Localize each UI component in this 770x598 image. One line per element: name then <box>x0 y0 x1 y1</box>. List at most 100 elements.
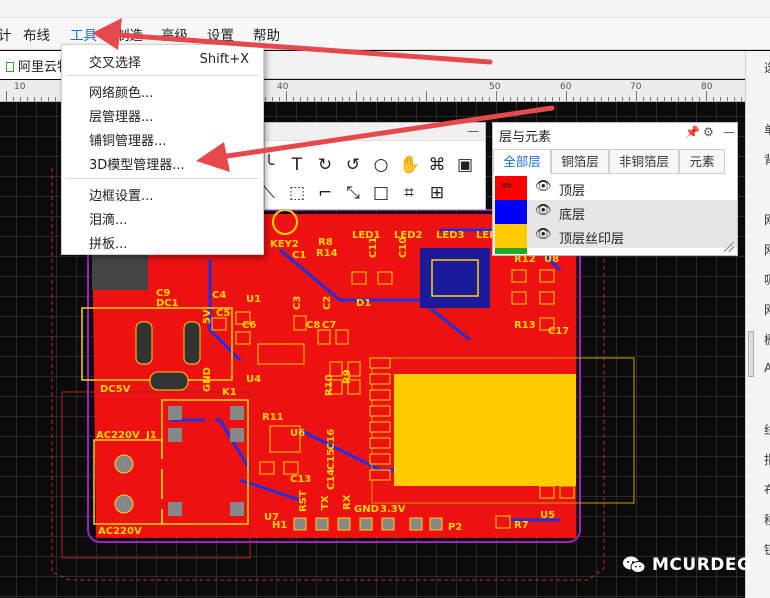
pan-hand-icon[interactable]: ✋ <box>399 155 420 175</box>
svg-text:D1: D1 <box>356 298 371 309</box>
ruler-tick <box>587 97 588 101</box>
svg-text:GND: GND <box>202 367 213 392</box>
image-tool-icon[interactable]: ▣ <box>455 155 475 175</box>
ruler-tick <box>356 91 357 101</box>
shortcut-label: Shift+X <box>199 52 249 67</box>
drawing-toolbar-header[interactable]: — <box>265 123 485 141</box>
layer-name: 顶层丝印层 <box>559 232 625 247</box>
svg-text:C13: C13 <box>290 474 311 485</box>
layer-color-swatch[interactable] <box>495 224 527 248</box>
layer-row-bottom[interactable]: 👁 底层 <box>493 200 737 224</box>
gear-icon[interactable]: ⚙ <box>703 125 714 139</box>
svg-text:C5: C5 <box>216 308 230 319</box>
tab-all-layers[interactable]: 全部层 <box>493 149 551 174</box>
ruler-tick <box>349 97 350 101</box>
menu-item-copper-pour-manager[interactable]: 铺铜管理器... <box>89 130 166 149</box>
arc-center-tool-icon[interactable]: ↺ <box>343 155 363 175</box>
ruler-tick <box>727 97 728 101</box>
polygon-tool-icon[interactable]: ⌘ <box>427 155 447 175</box>
circle-tool-icon[interactable]: ○ <box>371 155 391 175</box>
svg-text:AC220V: AC220V <box>98 526 142 537</box>
sidebar-label: 栅 <box>764 331 770 348</box>
eye-icon[interactable]: 👁 <box>535 203 552 218</box>
ruler-tick <box>405 97 406 101</box>
ruler-tick <box>594 97 595 101</box>
ruler-tick <box>496 91 497 101</box>
ruler-tick <box>370 97 371 101</box>
svg-text:3.3V: 3.3V <box>380 504 406 515</box>
menu-item-3d-model-manager[interactable]: 3D模型管理器... <box>89 154 185 173</box>
svg-text:RST: RST <box>298 490 309 512</box>
ruler-tick <box>335 97 336 101</box>
ruler-tick <box>468 97 469 101</box>
menu-item-border-settings[interactable]: 边框设置... <box>89 185 153 204</box>
ruler-tick <box>734 97 735 101</box>
sidebar-label: 指 <box>764 451 770 468</box>
arc-tool-icon[interactable]: ↻ <box>315 155 335 175</box>
table-tool-icon[interactable]: ⊞ <box>427 183 447 203</box>
ruler-tick <box>545 97 546 101</box>
svg-text:U1: U1 <box>246 294 261 305</box>
dashed-rect-tool-icon[interactable]: ⬚ <box>287 183 307 203</box>
svg-text:KEY2: KEY2 <box>270 239 299 250</box>
pcb-document-icon <box>6 62 14 72</box>
tab-non-copper-layers[interactable]: 非铜箔层 <box>609 149 679 174</box>
ruler-tick <box>650 97 651 101</box>
pin-icon[interactable]: 📌 <box>685 125 700 139</box>
ruler-label: 10 <box>14 82 26 92</box>
svg-text:C2: C2 <box>322 296 333 310</box>
layer-color-swatch[interactable] <box>495 200 527 224</box>
pencil-icon: ✏ <box>502 179 513 194</box>
ruler-tick <box>573 97 574 101</box>
menu-item-teardrop[interactable]: 泪滴... <box>89 209 127 228</box>
layer-row-top[interactable]: ✏ 👁 顶层 <box>493 176 737 200</box>
sidebar-label: A <box>764 361 770 375</box>
board-outline-tool-icon[interactable]: ⌐ <box>315 183 335 203</box>
menu-item-cross-select[interactable]: 交叉选择 <box>89 52 141 71</box>
svg-text:C10: C10 <box>398 237 409 258</box>
menu-tools[interactable]: 工具 <box>70 24 97 44</box>
sidebar-label: 布 <box>764 481 770 498</box>
ruler-tick <box>678 97 679 101</box>
eye-icon[interactable]: 👁 <box>535 179 552 194</box>
svg-text:R11: R11 <box>262 412 284 423</box>
menu-design[interactable]: 计 <box>0 24 12 44</box>
menu-item-net-color[interactable]: 网络颜色... <box>89 82 153 101</box>
sidebar-label: 网 <box>764 301 770 318</box>
ruler-tick <box>286 91 287 101</box>
svg-text:C8: C8 <box>306 320 320 331</box>
tab-elements[interactable]: 元素 <box>679 149 725 174</box>
ruler-tick <box>503 97 504 101</box>
menu-help[interactable]: 帮助 <box>253 24 280 44</box>
measure-tool-icon[interactable]: ⤡ <box>343 183 363 203</box>
menu-settings[interactable]: 设置 <box>207 24 234 44</box>
layer-color-swatch <box>495 248 527 254</box>
layer-row-top-silk[interactable]: 👁 顶层丝印层 <box>493 224 737 248</box>
rectangle-tool-icon[interactable]: □ <box>371 183 391 203</box>
menu-routing[interactable]: 布线 <box>23 24 50 44</box>
menu-item-panelize[interactable]: 拼板... <box>89 233 127 252</box>
minimize-icon[interactable]: — <box>723 125 735 139</box>
eye-icon[interactable]: 👁 <box>535 227 552 242</box>
ruler-tick <box>531 97 532 101</box>
ruler-tick <box>475 97 476 101</box>
menu-manufacture[interactable]: 制造 <box>116 24 143 44</box>
ruler-tick <box>629 97 630 101</box>
text-tool-icon[interactable]: T <box>287 155 307 175</box>
minimize-icon[interactable]: — <box>467 124 479 138</box>
select-region-tool-icon[interactable]: ⌗ <box>399 183 419 203</box>
ruler-tick <box>566 91 567 101</box>
document-tab[interactable]: 阿里云物 <box>0 51 64 79</box>
sidebar-label: 背 <box>764 151 770 168</box>
menu-advanced[interactable]: 高级 <box>161 24 188 44</box>
menu-item-layer-manager[interactable]: 层管理器... <box>89 106 153 125</box>
sidebar-label: 线 <box>764 421 770 438</box>
tab-copper-layers[interactable]: 铜箔层 <box>551 149 609 174</box>
svg-text:J1: J1 <box>145 430 157 441</box>
sidebar-collapse-handle[interactable] <box>748 331 754 377</box>
ruler-tick <box>412 97 413 101</box>
window-top-strip <box>0 0 770 18</box>
ruler-tick <box>377 97 378 101</box>
resize-grip-icon[interactable] <box>724 242 734 252</box>
ruler-tick <box>580 97 581 101</box>
